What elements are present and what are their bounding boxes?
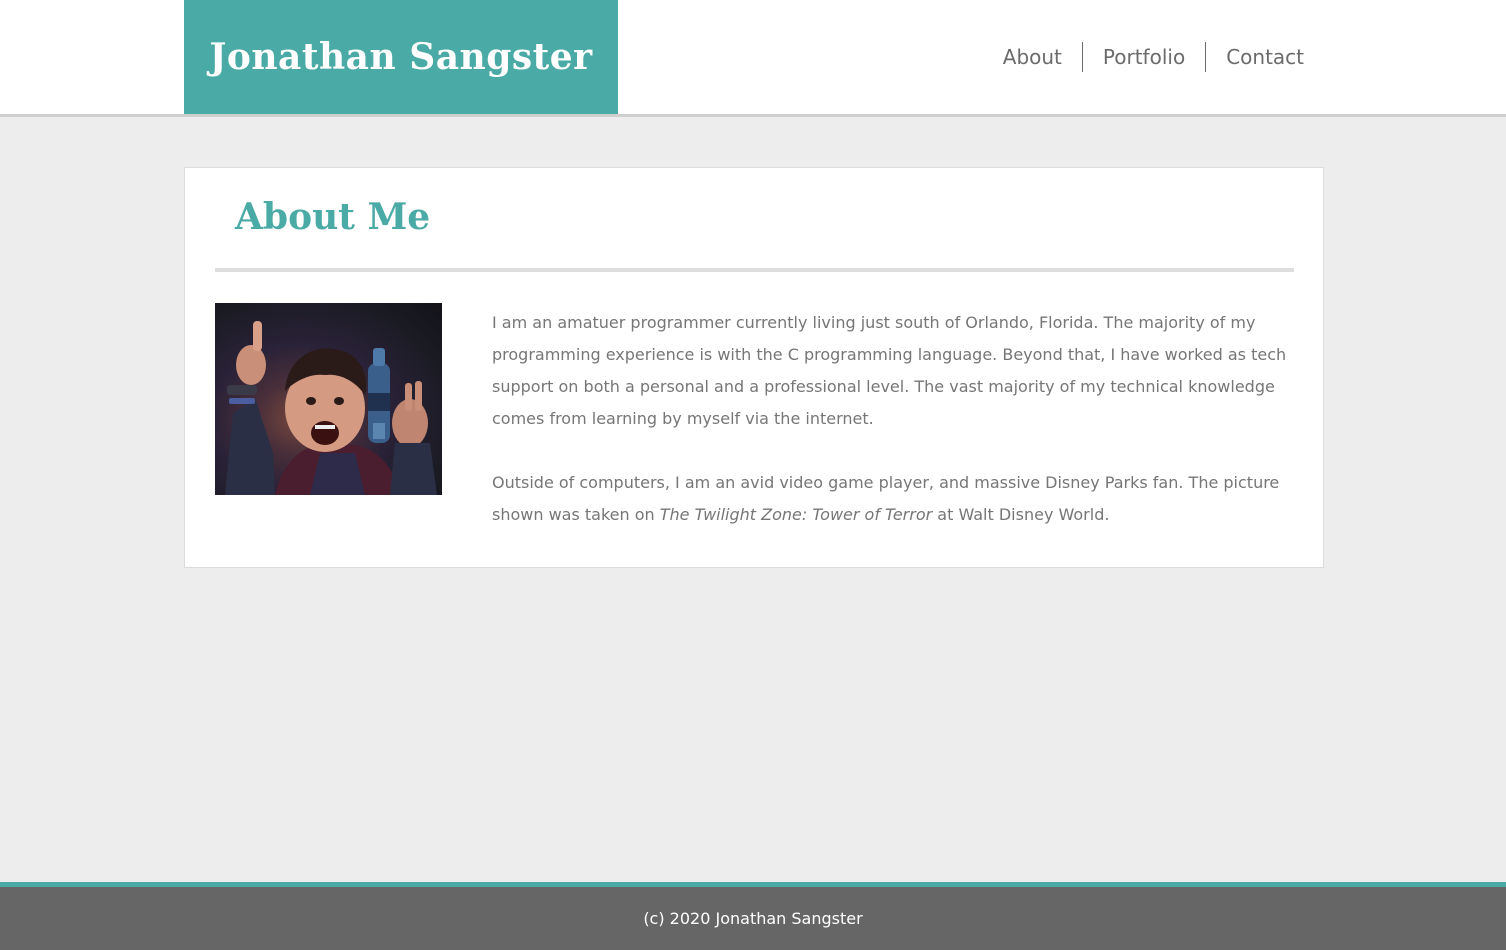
main-nav: About Portfolio Contact xyxy=(983,42,1324,72)
ride-name: The Twilight Zone: Tower of Terror xyxy=(659,505,933,524)
about-card: About Me I am an amatuer programmer curr… xyxy=(184,167,1324,568)
about-heading: About Me xyxy=(235,196,431,238)
bio-paragraph-2-end: at Walt Disney World. xyxy=(932,505,1110,524)
profile-photo xyxy=(215,303,442,495)
nav-about-link[interactable]: About xyxy=(983,42,1082,72)
site-footer: (c) 2020 Jonathan Sangster xyxy=(0,882,1506,950)
nav-portfolio-link[interactable]: Portfolio xyxy=(1081,42,1205,72)
nav-contact-link[interactable]: Contact xyxy=(1205,42,1324,72)
bio-text: I am an amatuer programmer currently liv… xyxy=(492,307,1292,563)
brand-block[interactable]: Jonathan Sangster xyxy=(184,0,618,114)
copyright-text: (c) 2020 Jonathan Sangster xyxy=(643,909,863,928)
site-title[interactable]: Jonathan Sangster xyxy=(209,36,592,78)
bio-paragraph-1: I am an amatuer programmer currently liv… xyxy=(492,313,1287,428)
site-header: Jonathan Sangster About Portfolio Contac… xyxy=(0,0,1506,117)
heading-divider xyxy=(215,268,1294,272)
profile-photo-illustration xyxy=(225,321,437,495)
bio-paragraph-2: Outside of computers, I am an avid video… xyxy=(492,467,1292,531)
